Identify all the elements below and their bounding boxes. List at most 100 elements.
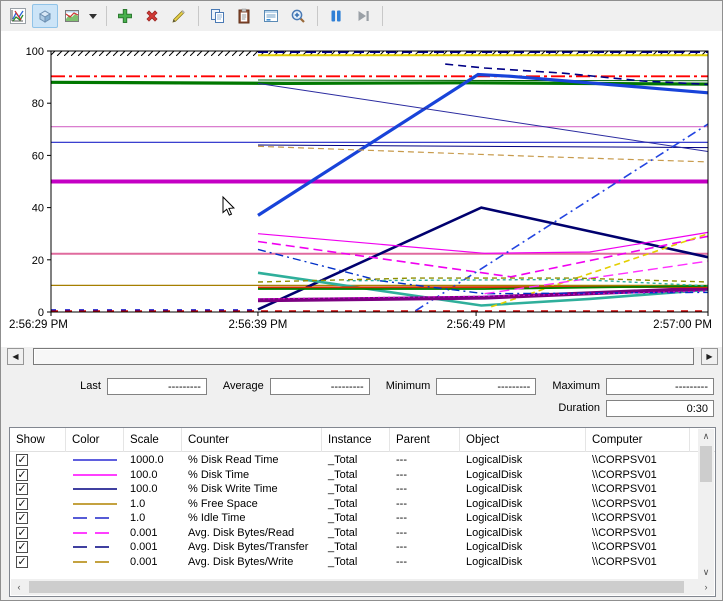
properties-window-icon bbox=[263, 8, 279, 24]
legend-cell-counter: Avg. Disk Bytes/Write bbox=[182, 556, 322, 568]
timeline-scroll-thumb[interactable] bbox=[33, 348, 694, 365]
timeline-track[interactable] bbox=[694, 348, 701, 365]
legend-cell-computer: \\CORPSV01 bbox=[586, 527, 690, 539]
legend-column-header-instance[interactable]: Instance bbox=[322, 428, 390, 452]
legend-row[interactable]: ✓100.0% Disk Write Time_Total---LogicalD… bbox=[10, 482, 698, 497]
maximum-label: Maximum bbox=[552, 380, 600, 392]
legend-cell-computer: \\CORPSV01 bbox=[586, 498, 690, 510]
y-axis-label: 40 bbox=[32, 203, 44, 215]
legend-cell-object: LogicalDisk bbox=[460, 512, 586, 524]
toolbar-separator bbox=[317, 6, 318, 26]
legend-row[interactable]: ✓0.001Avg. Disk Bytes/Read_Total---Logic… bbox=[10, 526, 698, 541]
chevron-down-icon[interactable]: ∨ bbox=[698, 565, 714, 580]
left-arrow-icon: ◀ bbox=[12, 353, 18, 361]
legend-column-header-counter[interactable]: Counter bbox=[182, 428, 322, 452]
properties-button[interactable] bbox=[258, 4, 284, 28]
legend-table-header: ShowColorScaleCounterInstanceParentObjec… bbox=[10, 428, 715, 452]
view-log-data-button[interactable] bbox=[32, 4, 58, 28]
value-bar-row-1: Last --------- Average --------- Minimum… bbox=[1, 377, 723, 395]
legend-row[interactable]: ✓1.0% Idle Time_Total---LogicalDisk\\COR… bbox=[10, 511, 698, 526]
legend-row[interactable]: ✓1000.0% Disk Read Time_Total---LogicalD… bbox=[10, 453, 698, 468]
copy-properties-button[interactable] bbox=[204, 4, 230, 28]
paste-counter-list-button[interactable] bbox=[231, 4, 257, 28]
legend-cell-object: LogicalDisk bbox=[460, 527, 586, 539]
show-checkbox[interactable]: ✓ bbox=[16, 483, 28, 495]
legend-cell-parent: --- bbox=[390, 512, 460, 524]
freeze-display-button[interactable] bbox=[323, 4, 349, 28]
legend-cell-object: LogicalDisk bbox=[460, 556, 586, 568]
toolbar-separator bbox=[106, 6, 107, 26]
timeline-scroll-right-button[interactable]: ▶ bbox=[701, 348, 718, 365]
legend-cell-counter: % Free Space bbox=[182, 498, 322, 510]
legend-column-header-color[interactable]: Color bbox=[66, 428, 124, 452]
change-graph-type-button[interactable] bbox=[59, 4, 85, 28]
duration-label: Duration bbox=[558, 402, 600, 414]
legend-cell-object: LogicalDisk bbox=[460, 469, 586, 481]
pause-icon bbox=[328, 8, 344, 24]
legend-cell-object: LogicalDisk bbox=[460, 454, 586, 466]
x-axis-label: 2:56:29 PM bbox=[9, 319, 68, 331]
legend-cell-instance: _Total bbox=[322, 541, 390, 553]
legend-cell-parent: --- bbox=[390, 541, 460, 553]
legend-cell-instance: _Total bbox=[322, 454, 390, 466]
show-checkbox[interactable]: ✓ bbox=[16, 512, 28, 524]
show-checkbox[interactable]: ✓ bbox=[16, 541, 28, 553]
legend-cell-parent: --- bbox=[390, 527, 460, 539]
legend-column-header-show[interactable]: Show bbox=[10, 428, 66, 452]
legend-column-header-parent[interactable]: Parent bbox=[390, 428, 460, 452]
color-swatch bbox=[66, 456, 124, 464]
chevron-left-icon[interactable]: ‹ bbox=[11, 579, 27, 595]
legend-vscroll-thumb[interactable] bbox=[700, 446, 712, 482]
legend-cell-parent: --- bbox=[390, 454, 460, 466]
minimum-label: Minimum bbox=[386, 380, 431, 392]
step-forward-icon bbox=[355, 8, 371, 24]
timeline-track[interactable] bbox=[24, 348, 33, 365]
legend-row[interactable]: ✓0.001Avg. Disk Bytes/Write_Total---Logi… bbox=[10, 555, 698, 570]
legend-cell-parent: --- bbox=[390, 483, 460, 495]
show-checkbox[interactable]: ✓ bbox=[16, 527, 28, 539]
x-axis-label: 2:56:39 PM bbox=[229, 319, 288, 331]
legend-row[interactable]: ✓1.0% Free Space_Total---LogicalDisk\\CO… bbox=[10, 497, 698, 512]
average-value: --------- bbox=[270, 378, 370, 395]
show-checkbox[interactable]: ✓ bbox=[16, 556, 28, 568]
color-swatch bbox=[66, 471, 124, 479]
y-axis-label: 80 bbox=[32, 98, 44, 110]
graph-type-dropdown[interactable] bbox=[86, 4, 100, 28]
highlight-button[interactable] bbox=[166, 4, 192, 28]
legend-cell-scale: 0.001 bbox=[124, 556, 182, 568]
legend-horizontal-scrollbar[interactable]: ‹ › bbox=[11, 579, 714, 595]
chevron-up-icon[interactable]: ∧ bbox=[698, 429, 714, 444]
toolbar-separator bbox=[382, 6, 383, 26]
delete-counter-button[interactable] bbox=[139, 4, 165, 28]
legend-cell-counter: Avg. Disk Bytes/Read bbox=[182, 527, 322, 539]
update-data-button[interactable] bbox=[350, 4, 376, 28]
show-checkbox[interactable]: ✓ bbox=[16, 498, 28, 510]
legend-cell-instance: _Total bbox=[322, 527, 390, 539]
show-checkbox[interactable]: ✓ bbox=[16, 469, 28, 481]
graph-picture-icon bbox=[64, 8, 80, 24]
legend-hscroll-thumb[interactable] bbox=[29, 581, 684, 593]
timeline-scroll-left-button[interactable]: ◀ bbox=[7, 348, 24, 365]
show-checkbox[interactable]: ✓ bbox=[16, 454, 28, 466]
zoom-button[interactable] bbox=[285, 4, 311, 28]
legend-row[interactable]: ✓0.001Avg. Disk Bytes/Transfer_Total---L… bbox=[10, 540, 698, 555]
mouse-cursor bbox=[223, 197, 234, 215]
y-axis-label: 60 bbox=[32, 150, 44, 162]
view-current-activity-button[interactable] bbox=[5, 4, 31, 28]
legend-vertical-scrollbar[interactable]: ∧ ∨ bbox=[698, 429, 714, 580]
chevron-right-icon[interactable]: › bbox=[698, 579, 714, 595]
legend-row[interactable]: ✓100.0% Disk Time_Total---LogicalDisk\\C… bbox=[10, 468, 698, 483]
legend-column-header-scale[interactable]: Scale bbox=[124, 428, 182, 452]
x-axis-label: 2:57:00 PM bbox=[653, 319, 712, 331]
legend-table: ShowColorScaleCounterInstanceParentObjec… bbox=[9, 427, 716, 597]
legend-cell-scale: 100.0 bbox=[124, 483, 182, 495]
legend-column-header-object[interactable]: Object bbox=[460, 428, 586, 452]
minimum-value: --------- bbox=[436, 378, 536, 395]
value-bar: Last --------- Average --------- Minimum… bbox=[1, 373, 723, 417]
add-counter-button[interactable] bbox=[112, 4, 138, 28]
pencil-icon bbox=[171, 8, 187, 24]
legend-column-header-computer[interactable]: Computer bbox=[586, 428, 690, 452]
legend-cell-instance: _Total bbox=[322, 498, 390, 510]
legend-cell-object: LogicalDisk bbox=[460, 498, 586, 510]
legend-cell-counter: % Idle Time bbox=[182, 512, 322, 524]
